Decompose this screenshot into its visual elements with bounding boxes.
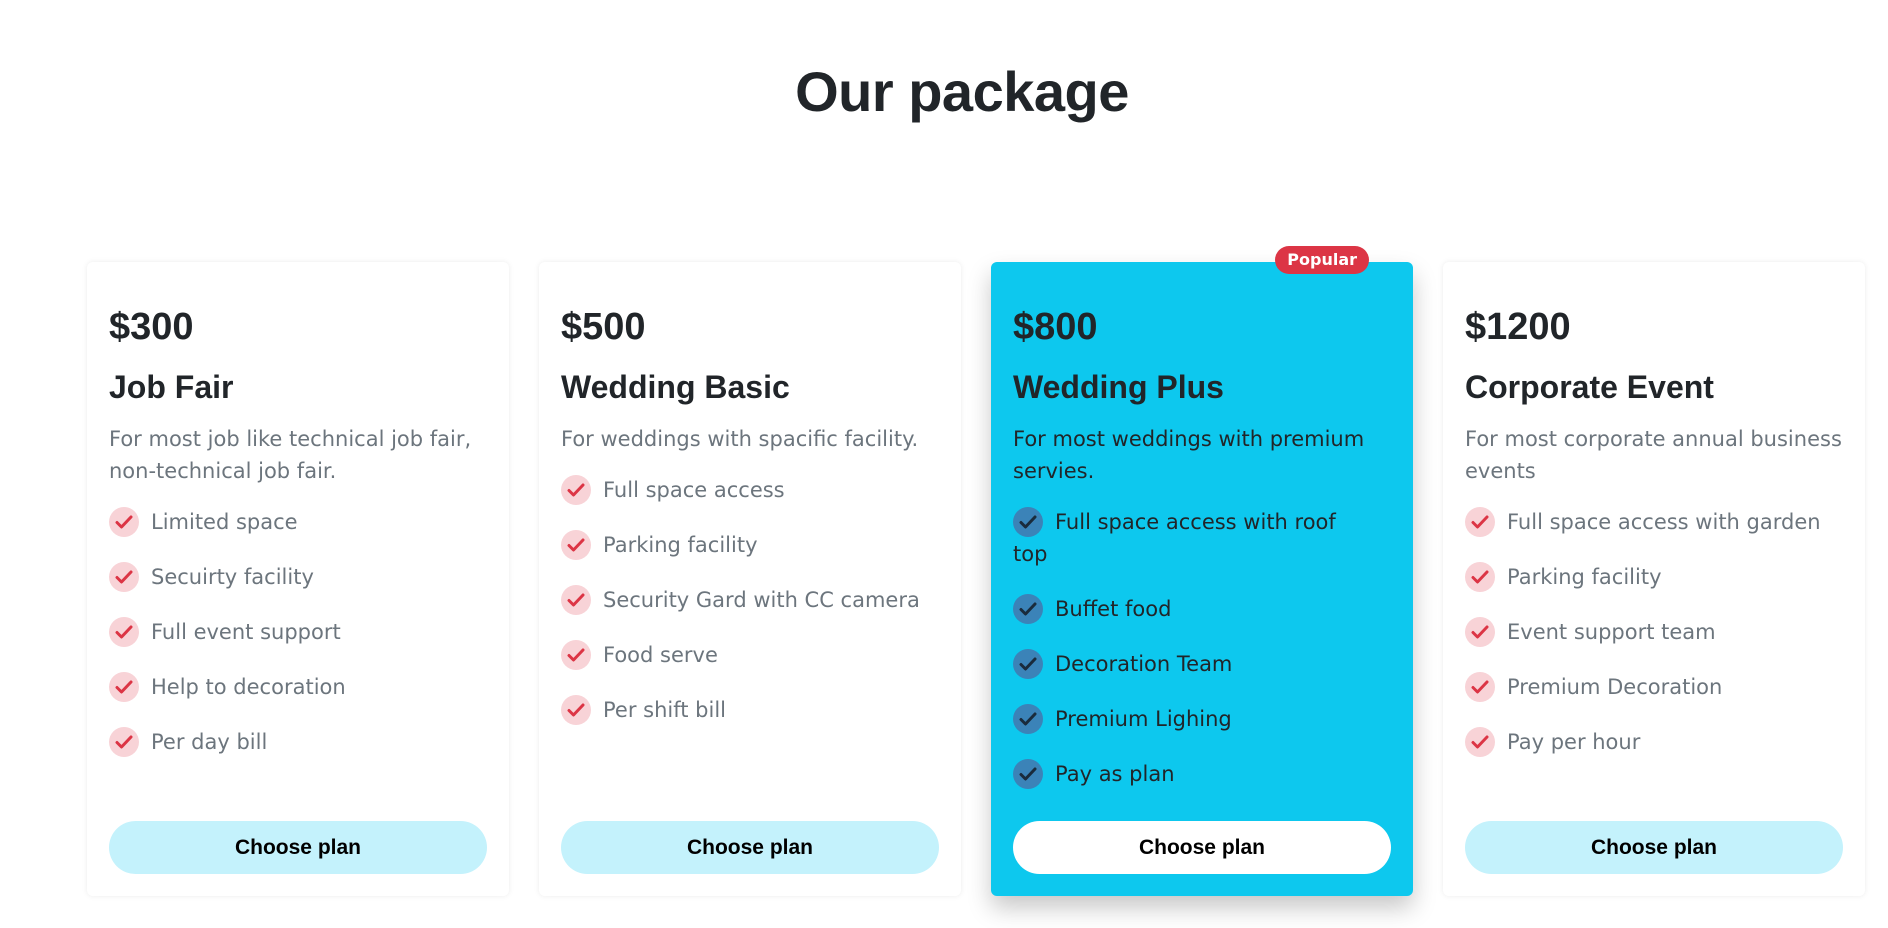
check-icon	[561, 585, 591, 615]
plan-card-wedding-basic: $500 Wedding Basic For weddings with spa…	[539, 262, 961, 896]
plan-price: $300	[109, 306, 194, 348]
plan-card-wedding-plus: Popular $800 Wedding Plus For most weddi…	[991, 246, 1413, 896]
check-icon	[1465, 727, 1495, 757]
plan-description: For weddings with spacific facility.	[561, 427, 919, 451]
feature-label: Per shift bill	[603, 698, 726, 722]
feature-item: Help to decoration	[109, 671, 493, 703]
choose-plan-button[interactable]: Choose plan	[109, 821, 487, 874]
plan-price: $500	[561, 306, 646, 348]
plan-name: Corporate Event	[1465, 369, 1714, 405]
plan-name: Wedding Plus	[1013, 369, 1224, 405]
feature-label: Parking facility	[1507, 565, 1662, 589]
section-title: Our package	[795, 60, 1129, 123]
plan-price: $1200	[1465, 306, 1571, 348]
feature-label: Premium Lighing	[1055, 707, 1232, 731]
feature-label: Event support team	[1507, 620, 1716, 644]
check-icon	[561, 530, 591, 560]
choose-plan-button[interactable]: Choose plan	[1013, 821, 1391, 874]
check-icon	[1465, 617, 1495, 647]
check-icon	[1465, 562, 1495, 592]
choose-plan-button[interactable]: Choose plan	[1465, 821, 1843, 874]
feature-item: Per day bill	[109, 726, 493, 758]
feature-label: Buffet food	[1055, 597, 1172, 621]
feature-label: Limited space	[151, 510, 298, 534]
feature-list: Full space access with garden Parking fa…	[1465, 506, 1855, 781]
feature-label: Full event support	[151, 620, 341, 644]
choose-plan-button[interactable]: Choose plan	[561, 821, 939, 874]
feature-list: Full space access Parking facility Secur…	[561, 474, 945, 749]
plan-name: Job Fair	[109, 369, 234, 405]
plan-description: For most corporate annual business event…	[1465, 427, 1842, 483]
feature-label: Full space access with garden	[1507, 510, 1821, 534]
feature-item: Full event support	[109, 616, 493, 648]
check-icon	[1013, 507, 1043, 537]
plan-card-job-fair: $300 Job Fair For most job like technica…	[87, 262, 509, 896]
feature-item: Secuirty facility	[109, 561, 493, 593]
feature-item: Event support team	[1465, 616, 1855, 648]
check-icon	[109, 562, 139, 592]
feature-item: Parking facility	[561, 529, 945, 561]
feature-item: Full space access	[561, 474, 945, 506]
check-icon	[561, 695, 591, 725]
feature-label: Pay as plan	[1055, 762, 1175, 786]
feature-item: Pay as plan	[1013, 758, 1363, 790]
feature-item: Buffet food	[1013, 593, 1363, 625]
check-icon	[109, 507, 139, 537]
plan-price: $800	[1013, 306, 1098, 348]
feature-item: Limited space	[109, 506, 493, 538]
feature-item: Per shift bill	[561, 694, 945, 726]
feature-item: Parking facility	[1465, 561, 1855, 593]
plan-description: For most job like technical job fair, no…	[109, 427, 472, 483]
feature-label: Security Gard with CC camera	[603, 588, 920, 612]
feature-list: Full space access with roof top Buffet f…	[1013, 506, 1363, 813]
check-icon	[109, 617, 139, 647]
check-icon	[1013, 649, 1043, 679]
pricing-page: Our package $300 Job Fair For most job l…	[0, 0, 1888, 928]
feature-item: Premium Decoration	[1465, 671, 1855, 703]
feature-item: Pay per hour	[1465, 726, 1855, 758]
plan-card-corporate-event: $1200 Corporate Event For most corporate…	[1443, 262, 1865, 896]
feature-item: Full space access with roof top	[1013, 506, 1363, 570]
feature-label: Pay per hour	[1507, 730, 1641, 754]
check-icon	[1013, 594, 1043, 624]
popular-badge: Popular	[1275, 246, 1369, 274]
feature-list: Limited space Secuirty facility Full eve…	[109, 506, 493, 781]
feature-label: Per day bill	[151, 730, 268, 754]
plan-description: For most weddings with premium servies.	[1013, 427, 1365, 483]
feature-label: Full space access with roof top	[1013, 510, 1336, 566]
feature-label: Decoration Team	[1055, 652, 1233, 676]
feature-label: Parking facility	[603, 533, 758, 557]
feature-item: Premium Lighing	[1013, 703, 1363, 735]
check-icon	[109, 727, 139, 757]
check-icon	[1013, 704, 1043, 734]
check-icon	[1465, 507, 1495, 537]
feature-item: Security Gard with CC camera	[561, 584, 945, 616]
check-icon	[1465, 672, 1495, 702]
plan-name: Wedding Basic	[561, 369, 790, 405]
feature-item: Decoration Team	[1013, 648, 1363, 680]
check-icon	[109, 672, 139, 702]
check-icon	[561, 475, 591, 505]
feature-label: Secuirty facility	[151, 565, 314, 589]
check-icon	[1013, 759, 1043, 789]
feature-label: Food serve	[603, 643, 718, 667]
feature-item: Food serve	[561, 639, 945, 671]
feature-item: Full space access with garden	[1465, 506, 1855, 538]
feature-label: Help to decoration	[151, 675, 346, 699]
check-icon	[561, 640, 591, 670]
feature-label: Full space access	[603, 478, 785, 502]
feature-label: Premium Decoration	[1507, 675, 1723, 699]
